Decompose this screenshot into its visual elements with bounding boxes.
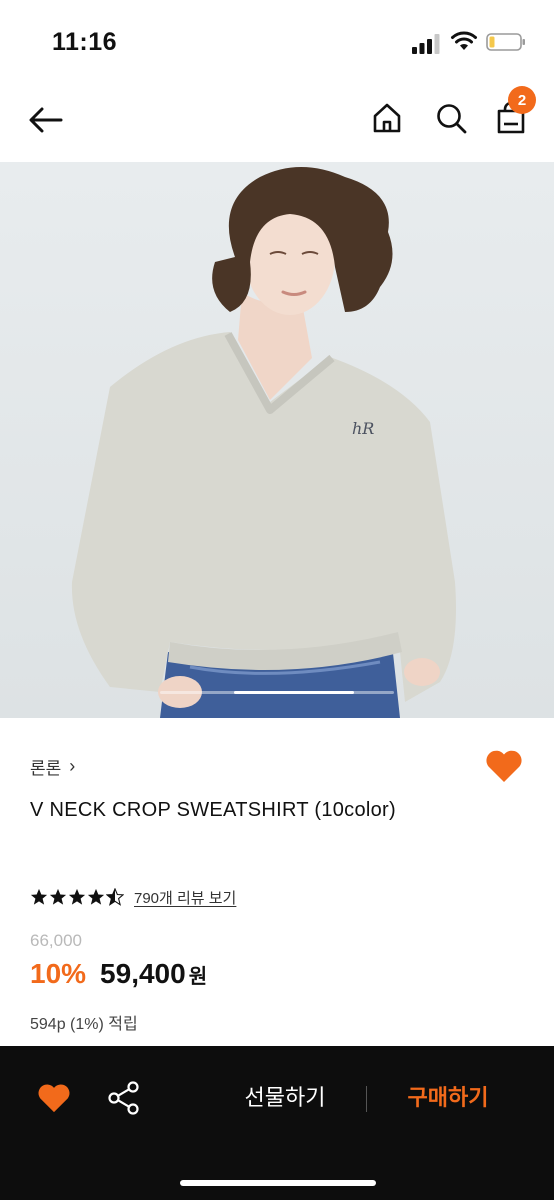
product-image[interactable]: hR bbox=[0, 162, 554, 718]
cellular-signal-icon bbox=[412, 34, 440, 54]
bottom-like-button[interactable] bbox=[32, 1078, 76, 1118]
brand-link[interactable]: 론론 › bbox=[30, 754, 75, 779]
sale-price: 59,400 bbox=[100, 958, 186, 989]
currency-unit: 원 bbox=[188, 966, 208, 988]
share-button[interactable] bbox=[104, 1078, 144, 1118]
search-icon bbox=[437, 104, 467, 134]
back-button[interactable] bbox=[24, 98, 68, 142]
buy-button[interactable]: 구매하기 bbox=[392, 1080, 504, 1116]
home-indicator bbox=[180, 1180, 376, 1186]
cart-count-badge: 2 bbox=[508, 86, 536, 114]
heart-icon bbox=[486, 750, 522, 782]
gift-button[interactable]: 선물하기 bbox=[232, 1080, 338, 1116]
arrow-left-icon bbox=[29, 107, 63, 133]
share-icon bbox=[108, 1081, 139, 1115]
top-nav bbox=[0, 80, 554, 162]
battery-low-icon bbox=[486, 33, 525, 51]
chevron-right-icon: › bbox=[69, 756, 76, 776]
home-button[interactable] bbox=[366, 96, 408, 140]
gallery-indicator-active bbox=[234, 691, 354, 694]
heart-icon bbox=[38, 1084, 70, 1113]
gallery-indicator bbox=[160, 691, 394, 694]
discount-rate: 10% bbox=[30, 958, 87, 989]
product-title: V NECK CROP SWEATSHIRT (10color) bbox=[30, 799, 396, 821]
search-button[interactable] bbox=[430, 96, 472, 140]
star-icon bbox=[68, 888, 86, 905]
home-icon bbox=[373, 103, 401, 133]
star-icon bbox=[87, 888, 105, 905]
reward-points: 594p (1%) 적립 bbox=[30, 1016, 138, 1033]
sale-price-row: 10% 59,400 원 bbox=[30, 958, 207, 990]
status-bar: 11:16 bbox=[0, 0, 554, 80]
divider bbox=[366, 1086, 367, 1112]
product-photo: hR bbox=[0, 162, 554, 718]
status-time: 11:16 bbox=[52, 28, 118, 56]
brand-name: 론론 bbox=[30, 759, 62, 778]
star-icon bbox=[30, 888, 48, 905]
rating-stars bbox=[30, 888, 124, 906]
review-link[interactable]: 790개 리뷰 보기 bbox=[134, 887, 236, 908]
svg-text:hR: hR bbox=[352, 419, 374, 438]
like-button[interactable] bbox=[482, 744, 526, 788]
wifi-icon bbox=[451, 31, 477, 50]
original-price: 66,000 bbox=[30, 931, 82, 950]
half-star-icon bbox=[106, 888, 124, 906]
star-icon bbox=[49, 888, 67, 905]
bottom-action-bar: 선물하기 구매하기 bbox=[0, 1046, 554, 1200]
rating-row[interactable]: 790개 리뷰 보기 bbox=[30, 884, 236, 910]
